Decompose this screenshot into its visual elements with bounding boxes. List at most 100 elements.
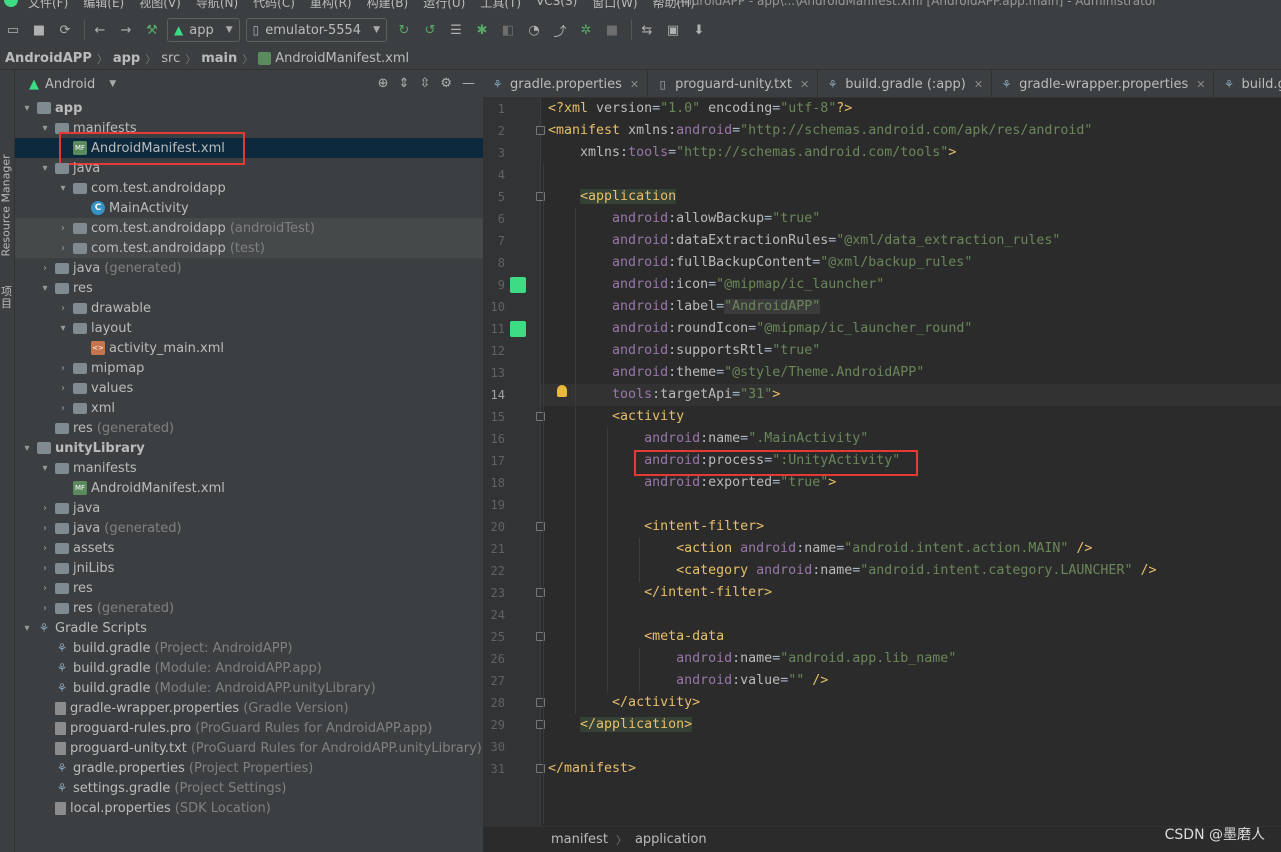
apply-changes-icon[interactable]: ↺ — [419, 19, 441, 41]
tree-item[interactable]: <> activity_main.xml — [15, 338, 483, 358]
debug-attach-bug-icon[interactable]: ✲ — [575, 19, 597, 41]
menu-item[interactable]: 视图(V) — [139, 0, 181, 11]
breadcrumb-project[interactable]: AndroidAPP — [5, 51, 92, 66]
tree-item[interactable]: › java — [15, 498, 483, 518]
tree-item[interactable]: ⚘ gradle.properties (Project Properties) — [15, 758, 483, 778]
debug-bug-icon[interactable]: ✱ — [471, 19, 493, 41]
code-editor[interactable]: 1 2 3 4 5 6 7 8 9 10 11 12 13 14 15 16 17 18 19 20 21 22 23 24 2… — [483, 98, 1281, 826]
tree-item[interactable]: ▾ java — [15, 158, 483, 178]
menu-item[interactable]: 编辑(E) — [83, 0, 124, 11]
hide-icon[interactable]: — — [462, 76, 475, 91]
tree-item[interactable]: res (generated) — [15, 418, 483, 438]
tree-item[interactable]: › com.test.androidapp (test) — [15, 238, 483, 258]
tab-build-gradle-app[interactable]: ⚘ build.gradle (:app) ✕ — [818, 70, 993, 97]
menu-item[interactable]: 运行(U) — [423, 0, 465, 11]
close-icon[interactable]: ✕ — [974, 78, 983, 91]
tree-item[interactable]: proguard-unity.txt (ProGuard Rules for An… — [15, 738, 483, 758]
menu-item[interactable]: 文件(F) — [28, 0, 68, 11]
tree-item[interactable]: › java (generated) — [15, 518, 483, 538]
intention-bulb-icon[interactable] — [557, 385, 567, 397]
project-tool-tab[interactable]: 项目 — [1, 286, 14, 310]
rerun-icon[interactable]: ↻ — [393, 19, 415, 41]
sdk-manager-icon[interactable]: ⬇ — [688, 19, 710, 41]
tab-gradle-properties[interactable]: ⚘ gradle.properties ✕ — [483, 70, 649, 97]
chevron-right-icon[interactable]: › — [57, 223, 69, 234]
chevron-down-icon[interactable]: ▼ — [109, 79, 116, 89]
tree-item[interactable]: ⚘ build.gradle (Project: AndroidAPP) — [15, 638, 483, 658]
attach-debugger-icon[interactable]: ⤴ — [549, 19, 571, 41]
tree-item[interactable]: ⚘ settings.gradle (Project Settings) — [15, 778, 483, 798]
menu-item[interactable]: VCS(S) — [536, 0, 577, 11]
tree-item[interactable]: ▾ app — [15, 98, 483, 118]
save-icon[interactable]: ■ — [28, 19, 50, 41]
chevron-down-icon[interactable]: ▾ — [21, 623, 33, 634]
sync-icon[interactable]: ⟳ — [54, 19, 76, 41]
tree-item[interactable]: › values — [15, 378, 483, 398]
run-list-icon[interactable]: ☰ — [445, 19, 467, 41]
chevron-right-icon[interactable]: › — [57, 383, 69, 394]
tree-item[interactable]: gradle-wrapper.properties (Gradle Version… — [15, 698, 483, 718]
run-config-select[interactable]: ▲ app ▼ — [167, 18, 240, 42]
coverage-icon[interactable]: ◧ — [497, 19, 519, 41]
tree-item[interactable]: › mipmap — [15, 358, 483, 378]
tree-item[interactable]: ▾ manifests — [15, 458, 483, 478]
chevron-right-icon[interactable]: › — [57, 363, 69, 374]
build-hammer-icon[interactable]: ⚒ — [141, 19, 163, 41]
tree-item[interactable]: ▾ res — [15, 278, 483, 298]
tree-item[interactable]: MF AndroidManifest.xml — [15, 478, 483, 498]
chevron-right-icon[interactable]: › — [39, 603, 51, 614]
menu-item[interactable]: 工具(T) — [480, 0, 521, 11]
breadcrumb-main[interactable]: main — [201, 51, 237, 66]
chevron-right-icon[interactable]: › — [39, 503, 51, 514]
chevron-right-icon[interactable]: › — [57, 303, 69, 314]
android-resource-icon[interactable] — [510, 277, 526, 293]
tree-item[interactable]: ▾ com.test.androidapp — [15, 178, 483, 198]
breadcrumb-file[interactable]: AndroidManifest.xml — [275, 51, 409, 66]
chevron-down-icon[interactable]: ▾ — [39, 283, 51, 294]
chevron-down-icon[interactable]: ▾ — [39, 163, 51, 174]
close-icon[interactable]: ✕ — [800, 78, 809, 91]
android-resource-icon[interactable] — [510, 321, 526, 337]
tree-item[interactable]: › res — [15, 578, 483, 598]
open-folder-icon[interactable]: ▭ — [2, 19, 24, 41]
menu-item[interactable]: 重构(R) — [310, 0, 352, 11]
project-view-select[interactable]: Android — [45, 77, 95, 92]
tree-item[interactable]: local.properties (SDK Location) — [15, 798, 483, 818]
crumb-application[interactable]: application — [635, 832, 707, 847]
breadcrumb-src[interactable]: src — [161, 51, 180, 66]
tree-item[interactable]: ⚘ build.gradle (Module: AndroidAPP.app) — [15, 658, 483, 678]
tree-item[interactable]: › com.test.androidapp (androidTest) — [15, 218, 483, 238]
chevron-down-icon[interactable]: ▾ — [21, 103, 33, 114]
gear-icon[interactable]: ⚙ — [440, 76, 452, 91]
tree-item[interactable]: › drawable — [15, 298, 483, 318]
expand-all-icon[interactable]: ⇕ — [399, 76, 410, 91]
device-manager-icon[interactable]: ▣ — [662, 19, 684, 41]
chevron-right-icon[interactable]: › — [39, 543, 51, 554]
device-select[interactable]: ▯ emulator-5554 ▼ — [245, 18, 387, 42]
chevron-down-icon[interactable]: ▾ — [57, 323, 69, 334]
code-area[interactable]: <?xml version="1.0" encoding="utf-8"?> <… — [541, 98, 1281, 826]
profiler-icon[interactable]: ◔ — [523, 19, 545, 41]
close-icon[interactable]: ✕ — [630, 78, 639, 91]
tree-item[interactable]: ⚘ build.gradle (Module: AndroidAPP.unityLi… — [15, 678, 483, 698]
chevron-right-icon[interactable]: › — [39, 563, 51, 574]
tree-item[interactable]: › res (generated) — [15, 598, 483, 618]
tree-item[interactable]: C MainActivity — [15, 198, 483, 218]
tree-item[interactable]: ▾ ⚘ Gradle Scripts — [15, 618, 483, 638]
chevron-right-icon[interactable]: › — [57, 243, 69, 254]
chevron-down-icon[interactable]: ▾ — [21, 443, 33, 454]
chevron-right-icon[interactable]: › — [39, 523, 51, 534]
crumb-manifest[interactable]: manifest — [551, 832, 608, 847]
collapse-all-icon[interactable]: ⇳ — [419, 76, 430, 91]
menu-item[interactable]: 构建(B) — [367, 0, 409, 11]
tree-item[interactable]: MF AndroidManifest.xml — [15, 132, 483, 165]
chevron-right-icon[interactable]: › — [39, 583, 51, 594]
chevron-down-icon[interactable]: ▾ — [39, 463, 51, 474]
menu-item[interactable]: 代码(C) — [253, 0, 295, 11]
tree-item[interactable]: ▾ layout — [15, 318, 483, 338]
tab-build-gradle-unity[interactable]: ⚘ build.gradle (:uni — [1214, 70, 1281, 97]
gradle-sync-icon[interactable]: ⇆ — [636, 19, 658, 41]
tab-proguard-unity[interactable]: ▯ proguard-unity.txt ✕ — [648, 70, 819, 97]
resource-manager-tab[interactable]: Resource Manager — [0, 137, 13, 256]
chevron-down-icon[interactable]: ▾ — [39, 123, 51, 134]
